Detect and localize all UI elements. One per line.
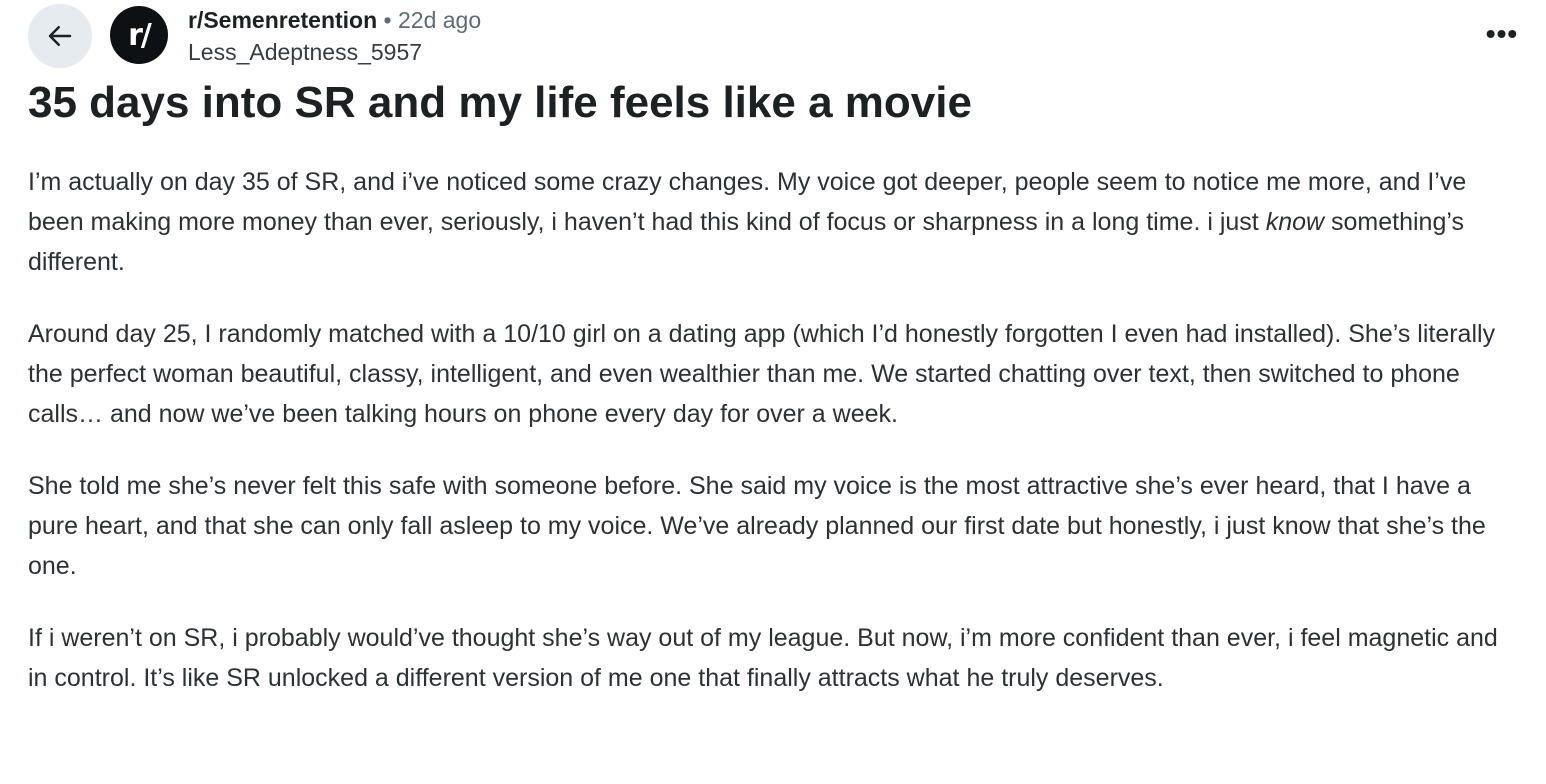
avatar-text: r/ — [128, 17, 152, 53]
post-meta: r/Semenretention • 22d ago Less_Adeptnes… — [188, 6, 481, 68]
subreddit-link[interactable]: r/Semenretention — [188, 7, 377, 33]
post-header: r/ r/Semenretention • 22d ago Less_Adept… — [28, 4, 1518, 68]
paragraph-3: She told me she’s never felt this safe w… — [28, 472, 1486, 580]
back-button[interactable] — [28, 4, 92, 68]
emphasis-text: know — [1265, 208, 1325, 236]
paragraph-2: Around day 25, I randomly matched with a… — [28, 320, 1496, 428]
post-body: I’m actually on day 35 of SR, and i’ve n… — [28, 162, 1508, 730]
more-horizontal-icon: ••• — [1485, 18, 1519, 49]
author-link[interactable]: Less_Adeptness_5957 — [188, 36, 481, 68]
post-title: 35 days into SR and my life feels like a… — [28, 78, 972, 127]
subreddit-avatar[interactable]: r/ — [110, 6, 168, 64]
paragraph-1: I’m actually on day 35 of SR, and i’ve n… — [28, 168, 1467, 276]
paragraph-4: If i weren’t on SR, i probably would’ve … — [28, 624, 1498, 692]
meta-separator: • — [383, 7, 392, 33]
arrow-left-icon — [48, 26, 72, 46]
more-options-button[interactable]: ••• — [1482, 16, 1522, 52]
post-timestamp: 22d ago — [398, 7, 482, 33]
